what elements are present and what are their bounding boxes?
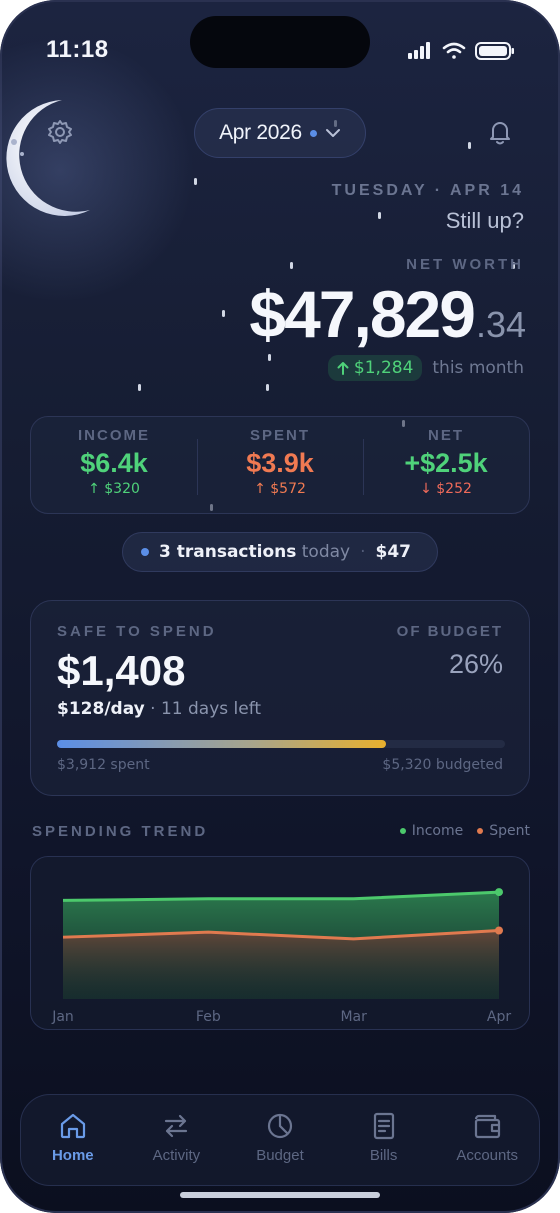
series-area-spent xyxy=(63,930,499,999)
moon-illustration xyxy=(6,100,91,216)
tab-accounts[interactable]: Accounts xyxy=(435,1095,539,1185)
tab-activity[interactable]: Activity xyxy=(125,1095,229,1185)
greeting-message: Still up? xyxy=(445,208,524,233)
of-budget-value: 26% xyxy=(448,649,503,679)
transactions-today: today xyxy=(301,542,351,562)
net-worth-cents: .34 xyxy=(475,304,526,345)
series-point-income xyxy=(495,888,503,897)
status-icons xyxy=(408,42,514,60)
month-indicator-dot xyxy=(309,129,317,137)
battery-icon xyxy=(475,42,514,60)
budget-progress-fill xyxy=(57,740,387,748)
home-icon xyxy=(60,1113,85,1139)
spending-trend-title: SPENDING TREND xyxy=(32,823,209,840)
safe-to-spend-card[interactable]: SAFE TO SPEND OF BUDGET $1,408 26% $128/… xyxy=(30,600,530,796)
spent-total: $3,912 spent xyxy=(57,757,150,773)
safe-to-spend-value: $1,408 xyxy=(57,647,186,694)
gear-icon xyxy=(48,120,72,144)
safe-to-spend-label: SAFE TO SPEND xyxy=(57,623,217,640)
bell-icon xyxy=(490,122,510,145)
receipt-icon xyxy=(373,1112,394,1140)
pie-clock-icon xyxy=(267,1113,293,1139)
net-worth-change: $1,284 this month xyxy=(327,355,524,381)
tab-home-label: Home xyxy=(51,1147,94,1164)
budget-progress-track xyxy=(57,740,505,748)
settings-button[interactable] xyxy=(44,116,76,148)
star xyxy=(290,262,293,269)
change-amount: $1,284 xyxy=(353,358,414,378)
spending-trend-chart: Jan Feb Mar Apr xyxy=(51,888,511,1025)
change-suffix: this month xyxy=(432,358,524,378)
dynamic-island xyxy=(190,16,370,68)
tab-budget[interactable]: Budget xyxy=(228,1095,332,1185)
net-worth-main: $47,829 xyxy=(249,277,476,351)
net-worth-value: $47,829 .34 xyxy=(249,276,526,352)
net-value: +$2.5k xyxy=(404,448,488,478)
notifications-button[interactable] xyxy=(484,116,516,148)
x-tick-label: Jan xyxy=(51,1009,74,1025)
chart-legend: Income Spent xyxy=(399,823,530,839)
home-indicator xyxy=(180,1192,380,1198)
transactions-dot xyxy=(141,548,149,556)
of-budget-label: OF BUDGET xyxy=(396,623,503,640)
tab-bills[interactable]: Bills xyxy=(332,1095,436,1185)
wallet-icon xyxy=(475,1114,501,1139)
star xyxy=(222,310,225,317)
transactions-separator: · xyxy=(360,542,366,562)
transactions-count: 3 transactions xyxy=(159,542,297,562)
summary-card[interactable]: INCOME $6.4k ↑ $320 SPENT $3.9k ↑ $572 N… xyxy=(30,416,530,514)
star xyxy=(378,212,381,219)
legend-income-label: Income xyxy=(411,823,464,839)
tab-home[interactable]: Home xyxy=(21,1095,125,1185)
tab-activity-label: Activity xyxy=(152,1147,201,1164)
income-summary[interactable]: INCOME $6.4k ↑ $320 xyxy=(31,417,197,513)
legend-spent-label: Spent xyxy=(489,823,530,839)
income-label: INCOME xyxy=(78,427,150,444)
per-day-amount: $128/day xyxy=(57,699,145,719)
star xyxy=(138,384,141,391)
arrow-up-icon xyxy=(337,362,349,375)
spent-delta: ↑ $572 xyxy=(254,481,306,497)
x-tick-label: Feb xyxy=(196,1009,221,1025)
budgeted-total: $5,320 budgeted xyxy=(382,757,503,773)
net-summary[interactable]: NET +$2.5k ↓ $252 xyxy=(363,417,529,513)
x-tick-label: Mar xyxy=(340,1009,367,1025)
x-tick-label: Apr xyxy=(487,1009,511,1025)
star xyxy=(194,178,197,185)
spent-label: SPENT xyxy=(249,427,310,444)
month-selector[interactable]: Apr 2026 xyxy=(194,108,366,158)
net-delta: ↓ $252 xyxy=(420,481,472,497)
star xyxy=(268,354,271,361)
net-label: NET xyxy=(428,427,464,444)
wifi-icon xyxy=(442,42,466,59)
spent-summary[interactable]: SPENT $3.9k ↑ $572 xyxy=(197,417,363,513)
status-time: 11:18 xyxy=(46,36,109,63)
spent-value: $3.9k xyxy=(246,448,314,478)
days-left: · 11 days left xyxy=(150,699,262,719)
chevron-down-icon xyxy=(325,129,340,137)
month-label: Apr 2026 xyxy=(219,121,302,144)
spending-trend-card[interactable]: Jan Feb Mar Apr xyxy=(30,856,530,1030)
income-delta: ↑ $320 xyxy=(88,481,140,497)
tab-bills-label: Bills xyxy=(369,1147,398,1164)
tab-budget-label: Budget xyxy=(256,1147,304,1164)
safe-to-spend-subline: $128/day · 11 days left xyxy=(57,699,261,719)
series-point-spent xyxy=(495,926,503,935)
net-worth-label: NET WORTH xyxy=(406,256,524,273)
signal-icon xyxy=(408,42,430,59)
tab-accounts-label: Accounts xyxy=(456,1147,519,1164)
date-line: TUESDAY · APR 14 xyxy=(331,182,524,199)
tab-bar: Home Activity Budget Bills Accounts xyxy=(20,1094,540,1186)
income-value: $6.4k xyxy=(80,448,148,478)
phone-screen: 11:18 Apr 2026 TUESDAY · APR 14 Still up… xyxy=(0,0,560,1213)
transactions-amount: $47 xyxy=(375,542,412,562)
legend-spent: Spent xyxy=(477,823,530,839)
transactions-today-pill[interactable]: 3 transactions today · $47 xyxy=(122,532,438,572)
legend-income: Income xyxy=(399,823,464,839)
star xyxy=(266,384,269,391)
swap-arrows-icon xyxy=(165,1114,188,1138)
change-badge: $1,284 xyxy=(327,355,423,381)
star xyxy=(468,142,471,149)
